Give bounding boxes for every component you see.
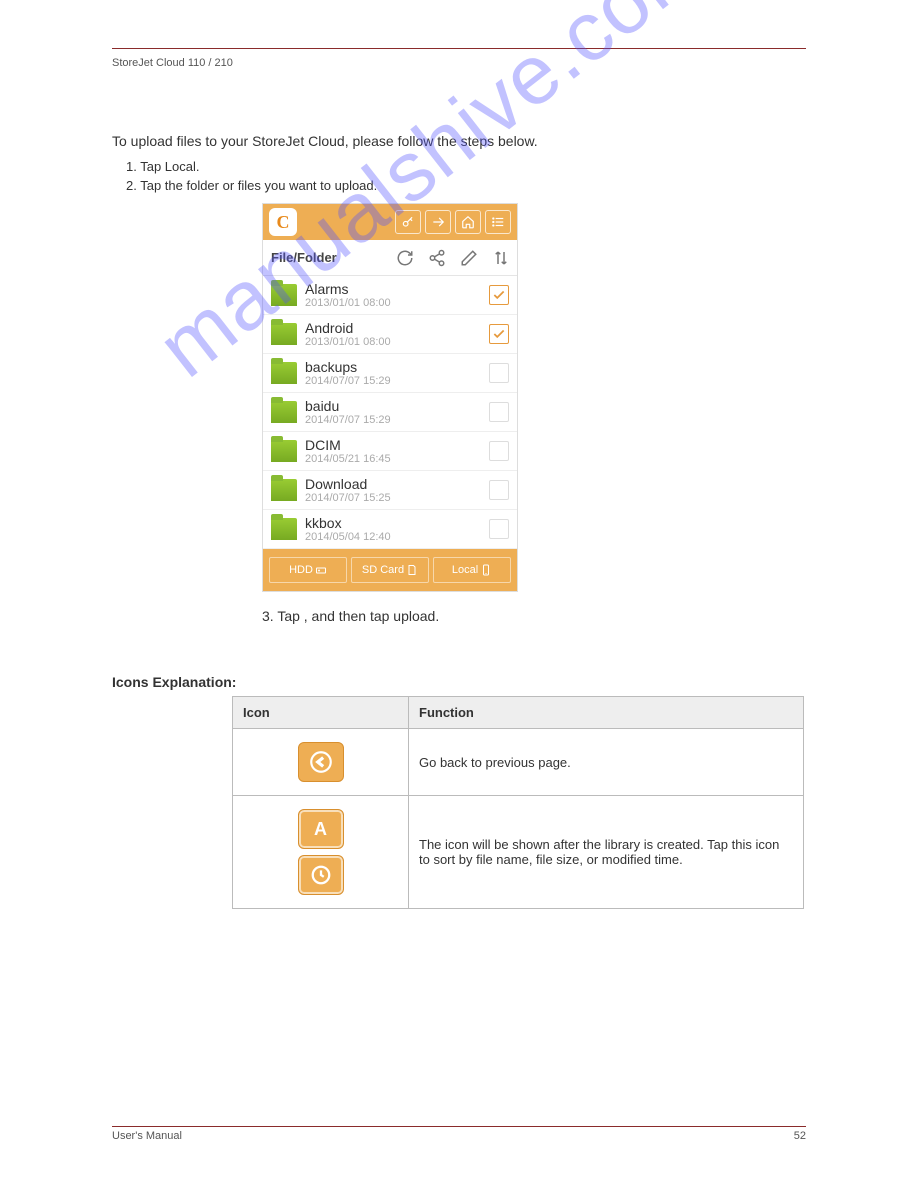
file-name: baidu	[305, 398, 489, 414]
tab-label: Local	[452, 564, 478, 576]
folder-icon	[271, 362, 297, 384]
th-icon: Icon	[233, 697, 409, 729]
sort-clock-icon	[298, 855, 344, 895]
file-date: 2013/01/01 08:00	[305, 297, 489, 309]
file-name: Alarms	[305, 281, 489, 297]
file-name: kkbox	[305, 515, 489, 531]
step-2: 2. Tap the folder or files you want to u…	[126, 178, 806, 193]
list-item[interactable]: backups 2014/07/07 15:29	[263, 354, 517, 393]
list-item[interactable]: Android 2013/01/01 08:00	[263, 315, 517, 354]
file-date: 2014/07/07 15:29	[305, 414, 489, 426]
share-icon[interactable]	[422, 245, 452, 271]
sdcard-icon	[406, 564, 418, 576]
folder-icon	[271, 518, 297, 540]
folder-icon	[271, 284, 297, 306]
phone-icon	[480, 564, 492, 576]
header-product: StoreJet Cloud 110 / 210	[112, 57, 233, 69]
tab-sdcard[interactable]: SD Card	[351, 557, 429, 583]
file-name: backups	[305, 359, 489, 375]
hdd-icon	[315, 564, 327, 576]
tab-hdd[interactable]: HDD	[269, 557, 347, 583]
icons-explanation-heading: Icons Explanation:	[112, 674, 806, 690]
file-date: 2014/05/21 16:45	[305, 453, 489, 465]
file-folder-label: File/Folder	[271, 250, 337, 265]
th-function: Function	[409, 697, 804, 729]
file-date: 2014/07/07 15:29	[305, 375, 489, 387]
list-item[interactable]: Alarms 2013/01/01 08:00	[263, 276, 517, 315]
page-number: 52	[794, 1130, 806, 1142]
file-date: 2014/07/07 15:25	[305, 492, 489, 504]
td-function: Go back to previous page.	[409, 729, 804, 796]
list-item[interactable]: kkbox 2014/05/04 12:40	[263, 510, 517, 549]
share-arrow-icon[interactable]	[425, 210, 451, 234]
file-date: 2013/01/01 08:00	[305, 336, 489, 348]
list-item[interactable]: Download 2014/07/07 15:25	[263, 471, 517, 510]
refresh-icon[interactable]	[390, 245, 420, 271]
checkbox[interactable]	[489, 441, 509, 461]
list-item[interactable]: baidu 2014/07/07 15:29	[263, 393, 517, 432]
footer-title: User's Manual	[112, 1130, 182, 1142]
list-icon[interactable]	[485, 210, 511, 234]
folder-icon	[271, 401, 297, 423]
file-name: Android	[305, 320, 489, 336]
step-1: 1. Tap Local.	[126, 159, 806, 174]
home-icon[interactable]	[455, 210, 481, 234]
sort-a-icon: A	[298, 809, 344, 849]
tab-label: SD Card	[362, 564, 404, 576]
folder-icon	[271, 323, 297, 345]
tab-label: HDD	[289, 564, 313, 576]
intro-text: To upload files to your StoreJet Cloud, …	[112, 133, 806, 149]
checkbox-checked[interactable]	[489, 324, 509, 344]
phone-screenshot: C File/Folder	[262, 203, 518, 592]
checkbox[interactable]	[489, 363, 509, 383]
checkbox[interactable]	[489, 402, 509, 422]
key-icon[interactable]	[395, 210, 421, 234]
sort-icon[interactable]	[486, 245, 516, 271]
td-function: The icon will be shown after the library…	[409, 796, 804, 909]
folder-icon	[271, 440, 297, 462]
step-3: 3. Tap , and then tap upload.	[262, 608, 806, 624]
edit-icon[interactable]	[454, 245, 484, 271]
app-logo-icon: C	[269, 208, 297, 236]
icons-table: Icon Function Go back to previous page. …	[232, 696, 804, 909]
checkbox-checked[interactable]	[489, 285, 509, 305]
checkbox[interactable]	[489, 480, 509, 500]
back-arrow-icon	[298, 742, 344, 782]
checkbox[interactable]	[489, 519, 509, 539]
folder-icon	[271, 479, 297, 501]
file-date: 2014/05/04 12:40	[305, 531, 489, 543]
tab-local[interactable]: Local	[433, 557, 511, 583]
file-name: DCIM	[305, 437, 489, 453]
list-item[interactable]: DCIM 2014/05/21 16:45	[263, 432, 517, 471]
file-name: Download	[305, 476, 489, 492]
